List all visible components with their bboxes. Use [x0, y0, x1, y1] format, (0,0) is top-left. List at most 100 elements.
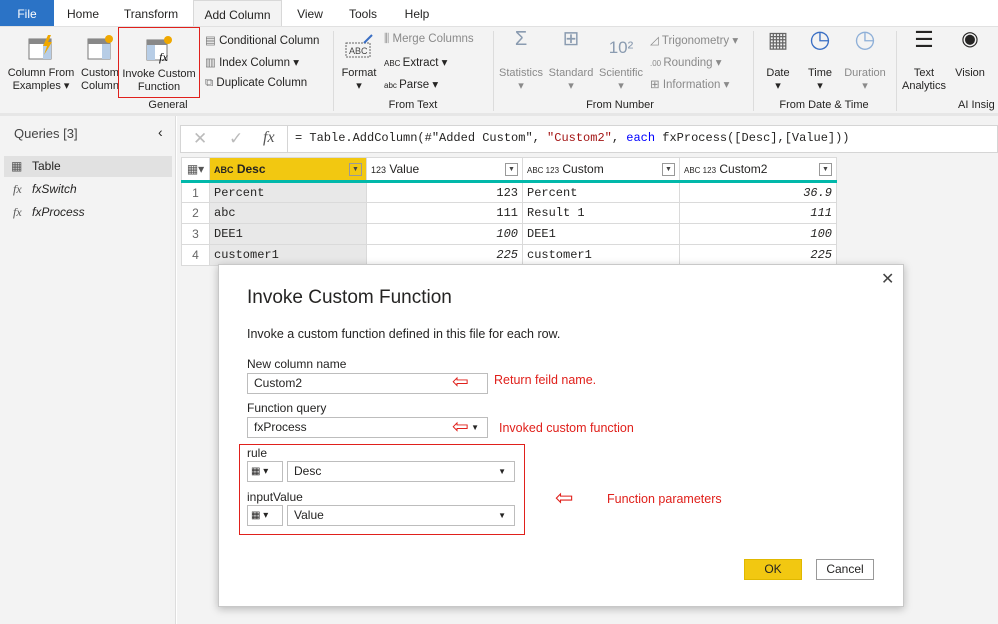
text-lines-icon: ☰ [914, 27, 934, 52]
invoke-custom-function-button[interactable]: fx Invoke Custom Function [118, 27, 200, 98]
tab-file[interactable]: File [0, 0, 54, 26]
any-type-icon: ABC 123 [684, 166, 717, 175]
column-header-value[interactable]: 123 Value ▼ [366, 157, 523, 183]
cell[interactable]: Percent [209, 181, 367, 203]
cancel-button[interactable]: Cancel [816, 559, 874, 580]
row-number: 4 [181, 244, 210, 266]
column-header-custom2[interactable]: ABC 123 Custom2 ▼ [679, 157, 837, 183]
duplicate-icon: ⧉ [205, 77, 217, 89]
power-icon: 10² [608, 38, 634, 57]
function-query-label: Function query [247, 401, 327, 415]
label: Duplicate Column [216, 77, 308, 89]
fx-icon: fx [13, 205, 22, 219]
filter-dropdown-icon[interactable]: ▼ [819, 163, 832, 176]
arrow-left-icon: ⇦ [555, 485, 574, 510]
cell[interactable]: Result 1 [522, 202, 680, 224]
invoke-custom-function-dialog: ✕ Invoke Custom Function Invoke a custom… [218, 264, 904, 607]
cell[interactable]: customer1 [209, 244, 367, 266]
filter-dropdown-icon[interactable]: ▼ [662, 163, 675, 176]
triangle-icon: ◿ [650, 35, 662, 47]
tab-transform[interactable]: Transform [114, 0, 188, 26]
cell[interactable]: 111 [679, 202, 837, 224]
label: Custom [81, 67, 119, 79]
custom-column-button[interactable]: Custom Column [80, 33, 120, 93]
statistics-button[interactable]: Σ Statistics ▾ [497, 28, 545, 93]
filter-dropdown-icon[interactable]: ▼ [349, 163, 362, 176]
chevron-down-icon: ▾ [618, 80, 624, 92]
calculator-icon: ⊞ [562, 28, 580, 50]
query-item-fxswitch[interactable]: fx fxSwitch [4, 179, 172, 200]
formula-input[interactable]: = Table.AddColumn(#"Added Custom", "Cust… [295, 131, 850, 145]
query-item-fxprocess[interactable]: fx fxProcess [4, 202, 172, 223]
new-column-label: New column name [247, 357, 347, 371]
label: Text [913, 67, 935, 79]
fx-icon[interactable]: fx [263, 129, 275, 147]
cell[interactable]: Percent [522, 181, 680, 203]
cell[interactable]: 123 [366, 181, 523, 203]
date-button[interactable]: ▦ Date ▾ [758, 27, 798, 93]
scientific-button[interactable]: 10² Scientific ▾ [597, 33, 645, 93]
text-analytics-button[interactable]: ☰ Text Analytics [900, 27, 948, 93]
chevron-down-icon: ▼ [498, 511, 506, 520]
arrow-left-icon: ⇦ [452, 371, 469, 393]
cell[interactable]: 100 [366, 223, 523, 245]
group-from-date-time: From Date & Time [779, 99, 869, 111]
duration-button[interactable]: ◷ Duration ▾ [840, 28, 890, 93]
query-item-table[interactable]: ▦ Table [4, 156, 172, 177]
trigonometry-button[interactable]: ◿ Trigonometry ▾ [650, 33, 738, 47]
parse-button[interactable]: abc Parse ▾ [384, 77, 438, 91]
cell[interactable]: customer1 [522, 244, 680, 266]
tab-add-column[interactable]: Add Column [193, 0, 282, 27]
rounding-button[interactable]: .00 Rounding ▾ [650, 55, 722, 69]
cell[interactable]: 111 [366, 202, 523, 224]
tab-help[interactable]: Help [396, 0, 438, 26]
format-button[interactable]: ABC Format ▾ [338, 33, 380, 93]
cell[interactable]: DEE1 [522, 223, 680, 245]
cell[interactable]: 225 [366, 244, 523, 266]
selected-value: Desc [294, 464, 322, 478]
rule-type-button[interactable]: ▦ ▾ [247, 461, 283, 482]
filter-dropdown-icon[interactable]: ▼ [505, 163, 518, 176]
cancel-x-icon[interactable]: ✕ [193, 129, 207, 149]
merge-columns-button[interactable]: ⫼ Merge Columns [384, 33, 474, 46]
label: Parse ▾ [399, 79, 439, 91]
text-type-icon: ABC [214, 165, 234, 175]
sigma-icon: Σ [514, 28, 528, 50]
label: Column [81, 80, 119, 92]
cell[interactable]: 36.9 [679, 181, 837, 203]
information-button[interactable]: ⊞ Information ▾ [650, 77, 729, 91]
time-button[interactable]: ◷ Time ▾ [800, 28, 840, 93]
table-menu-icon[interactable]: ▦▾ [181, 157, 210, 183]
label: Custom2 [719, 162, 768, 176]
group-from-text: From Text [388, 99, 438, 111]
duplicate-column-button[interactable]: ⧉ Duplicate Column [205, 77, 307, 90]
formula-keyword: each [626, 131, 656, 145]
rule-select[interactable]: Desc ▼ [287, 461, 515, 482]
calendar-icon: ▦ [767, 27, 789, 52]
extract-button[interactable]: ABC Extract ▾ [384, 55, 447, 69]
close-icon[interactable]: ✕ [881, 269, 894, 289]
input-value-select[interactable]: Value ▼ [287, 505, 515, 526]
column-header-custom[interactable]: ABC 123 Custom ▼ [522, 157, 680, 183]
column-from-examples-button[interactable]: Column From Examples ▾ [4, 33, 78, 93]
tab-home[interactable]: Home [58, 0, 108, 26]
collapse-chevron-icon[interactable]: ‹ [158, 124, 163, 140]
column-header-desc[interactable]: ABC Desc ▼ [209, 157, 367, 183]
cell[interactable]: abc [209, 202, 367, 224]
standard-button[interactable]: ⊞ Standard ▾ [547, 28, 595, 93]
cell[interactable]: 100 [679, 223, 837, 245]
label: Information ▾ [662, 79, 730, 91]
index-column-button[interactable]: ▥ Index Column ▾ [205, 55, 299, 69]
chevron-down-icon: ▾ [518, 80, 524, 92]
tab-tools[interactable]: Tools [340, 0, 386, 26]
tab-view[interactable]: View [288, 0, 332, 26]
cell[interactable]: 225 [679, 244, 837, 266]
label: Column From [7, 67, 75, 79]
vision-button[interactable]: ◉ Vision [950, 29, 990, 80]
abc-format-icon: ABC [345, 34, 373, 58]
cell[interactable]: DEE1 [209, 223, 367, 245]
commit-check-icon[interactable]: ✓ [229, 129, 243, 149]
input-value-type-button[interactable]: ▦ ▾ [247, 505, 283, 526]
ok-button[interactable]: OK [744, 559, 802, 580]
conditional-column-button[interactable]: ▤ Conditional Column [205, 33, 319, 47]
